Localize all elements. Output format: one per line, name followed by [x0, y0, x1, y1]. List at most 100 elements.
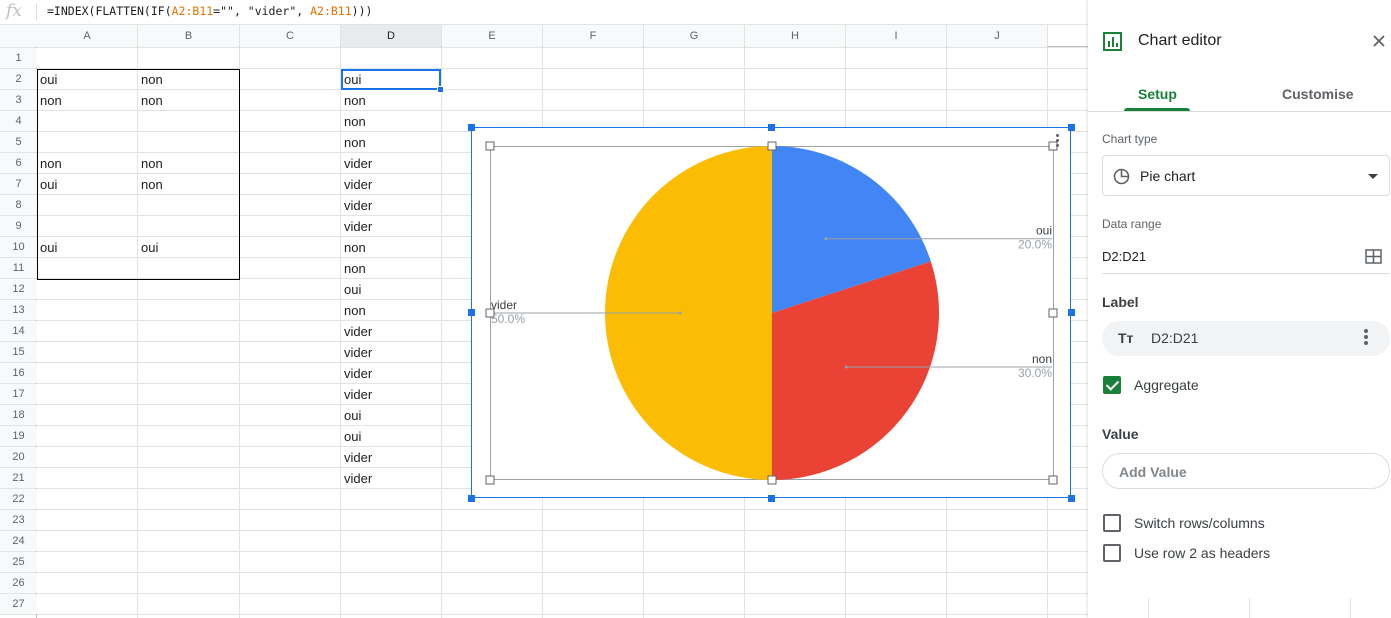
data-range-input[interactable]: D2:D21	[1102, 249, 1146, 264]
pie-chart[interactable]: oui 20.0% non 30.0% vider 50.0%	[468, 124, 1075, 502]
panel-title: Chart editor	[1138, 32, 1222, 49]
cell-d8[interactable]: vider	[341, 195, 372, 216]
row-header-16[interactable]: 16	[0, 363, 37, 383]
slice-label-non: non	[1032, 352, 1052, 366]
row-header-23[interactable]: 23	[0, 510, 37, 530]
editor-tabs: Setup Customise	[1088, 76, 1391, 112]
row-header-25[interactable]: 25	[0, 552, 37, 572]
switch-rows-columns-label: Switch rows/columns	[1134, 515, 1265, 531]
switch-rows-columns-checkbox[interactable]	[1103, 514, 1121, 532]
row-header-21[interactable]: 21	[0, 468, 37, 488]
label-value: D2:D21	[1151, 330, 1199, 346]
row-header-12[interactable]: 12	[0, 279, 37, 299]
plot-resize-handle	[485, 475, 495, 485]
row-header-2[interactable]: 2	[0, 69, 37, 89]
chart-resize-handle[interactable]	[1068, 495, 1075, 502]
chart-type-dropdown[interactable]: Pie chart	[1102, 155, 1390, 196]
chart-resize-handle[interactable]	[768, 124, 775, 131]
chart-resize-handle[interactable]	[468, 495, 475, 502]
cell-d21[interactable]: vider	[341, 468, 372, 489]
formula-input[interactable]: =INDEX(FLATTEN(IF(A2:B11="", "vider", A2…	[47, 4, 372, 18]
row-header-27[interactable]: 27	[0, 594, 37, 614]
cell-d16[interactable]: vider	[341, 363, 372, 384]
row-header-15[interactable]: 15	[0, 342, 37, 362]
row-header-17[interactable]: 17	[0, 384, 37, 404]
fx-icon: fx	[6, 1, 22, 21]
row-header-14[interactable]: 14	[0, 321, 37, 341]
row-header-19[interactable]: 19	[0, 426, 37, 446]
close-icon[interactable]	[1371, 33, 1387, 49]
add-value-field[interactable]: Add Value	[1102, 453, 1390, 489]
row-header-3[interactable]: 3	[0, 90, 37, 110]
column-header-b[interactable]: B	[138, 25, 239, 47]
cell-d9[interactable]: vider	[341, 216, 372, 237]
slice-percent-vider: 50.0%	[491, 312, 525, 326]
active-cell[interactable]	[341, 69, 441, 90]
column-header-d[interactable]: D	[341, 25, 441, 47]
chart-resize-handle[interactable]	[468, 309, 475, 316]
pie-chart-icon	[1113, 168, 1130, 185]
use-row-headers-checkbox[interactable]	[1103, 544, 1121, 562]
row-header-1[interactable]: 1	[0, 48, 37, 68]
row-header-20[interactable]: 20	[0, 447, 37, 467]
select-range-icon[interactable]	[1365, 249, 1382, 264]
aggregate-label: Aggregate	[1134, 377, 1199, 393]
chart-resize-handle[interactable]	[468, 124, 475, 131]
row-header-6[interactable]: 6	[0, 153, 37, 173]
cell-d12[interactable]: oui	[341, 279, 361, 300]
chart-resize-handle[interactable]	[1068, 309, 1075, 316]
chart-resize-handle[interactable]	[768, 495, 775, 502]
cell-d18[interactable]: oui	[341, 405, 361, 426]
cell-d10[interactable]: non	[341, 237, 366, 258]
row-header-11[interactable]: 11	[0, 258, 37, 278]
cell-d15[interactable]: vider	[341, 342, 372, 363]
chart-resize-handle[interactable]	[1068, 124, 1075, 131]
aggregate-checkbox[interactable]	[1103, 376, 1121, 394]
cell-d6[interactable]: vider	[341, 153, 372, 174]
row-header-9[interactable]: 9	[0, 216, 37, 236]
row-header-18[interactable]: 18	[0, 405, 37, 425]
row-header-22[interactable]: 22	[0, 489, 37, 509]
more-vert-icon[interactable]	[1364, 329, 1370, 347]
column-header-i[interactable]: I	[846, 25, 946, 47]
cell-d7[interactable]: vider	[341, 174, 372, 195]
value-heading: Value	[1102, 426, 1139, 442]
column-header-g[interactable]: G	[644, 25, 744, 47]
label-chip[interactable]: Tт D2:D21	[1102, 321, 1390, 356]
formula-bar[interactable]: fx =INDEX(FLATTEN(IF(A2:B11="", "vider",…	[0, 0, 1088, 25]
cell-d13[interactable]: non	[341, 300, 366, 321]
cell-d20[interactable]: vider	[341, 447, 372, 468]
row-header-13[interactable]: 13	[0, 300, 37, 320]
cell-d19[interactable]: oui	[341, 426, 361, 447]
cell-d11[interactable]: non	[341, 258, 366, 279]
cell-d4[interactable]: non	[341, 111, 366, 132]
chevron-down-icon	[1368, 174, 1378, 179]
cell-d3[interactable]: non	[341, 90, 366, 111]
select-all-corner[interactable]	[0, 25, 37, 47]
row-header-24[interactable]: 24	[0, 531, 37, 551]
cell-d17[interactable]: vider	[341, 384, 372, 405]
formula-part: =INDEX(FLATTEN(IF(	[47, 4, 172, 18]
fill-handle[interactable]	[437, 86, 444, 93]
column-header-a[interactable]: A	[37, 25, 137, 47]
row-header-5[interactable]: 5	[0, 132, 37, 152]
cell-d14[interactable]: vider	[341, 321, 372, 342]
chart-icon	[1103, 32, 1122, 51]
row-header-7[interactable]: 7	[0, 174, 37, 194]
chart-type-value: Pie chart	[1140, 168, 1196, 184]
tab-setup[interactable]: Setup	[1138, 86, 1177, 102]
chart-menu-icon[interactable]	[1054, 134, 1062, 152]
column-header-c[interactable]: C	[240, 25, 340, 47]
row-header-26[interactable]: 26	[0, 573, 37, 593]
column-header-f[interactable]: F	[543, 25, 643, 47]
column-header-h[interactable]: H	[745, 25, 845, 47]
column-header-j[interactable]: J	[947, 25, 1047, 47]
add-value-placeholder: Add Value	[1119, 464, 1187, 480]
label-heading: Label	[1102, 294, 1139, 310]
tab-customise[interactable]: Customise	[1282, 86, 1354, 102]
row-header-8[interactable]: 8	[0, 195, 37, 215]
cell-d5[interactable]: non	[341, 132, 366, 153]
row-header-4[interactable]: 4	[0, 111, 37, 131]
column-header-e[interactable]: E	[442, 25, 542, 47]
row-header-10[interactable]: 10	[0, 237, 37, 257]
